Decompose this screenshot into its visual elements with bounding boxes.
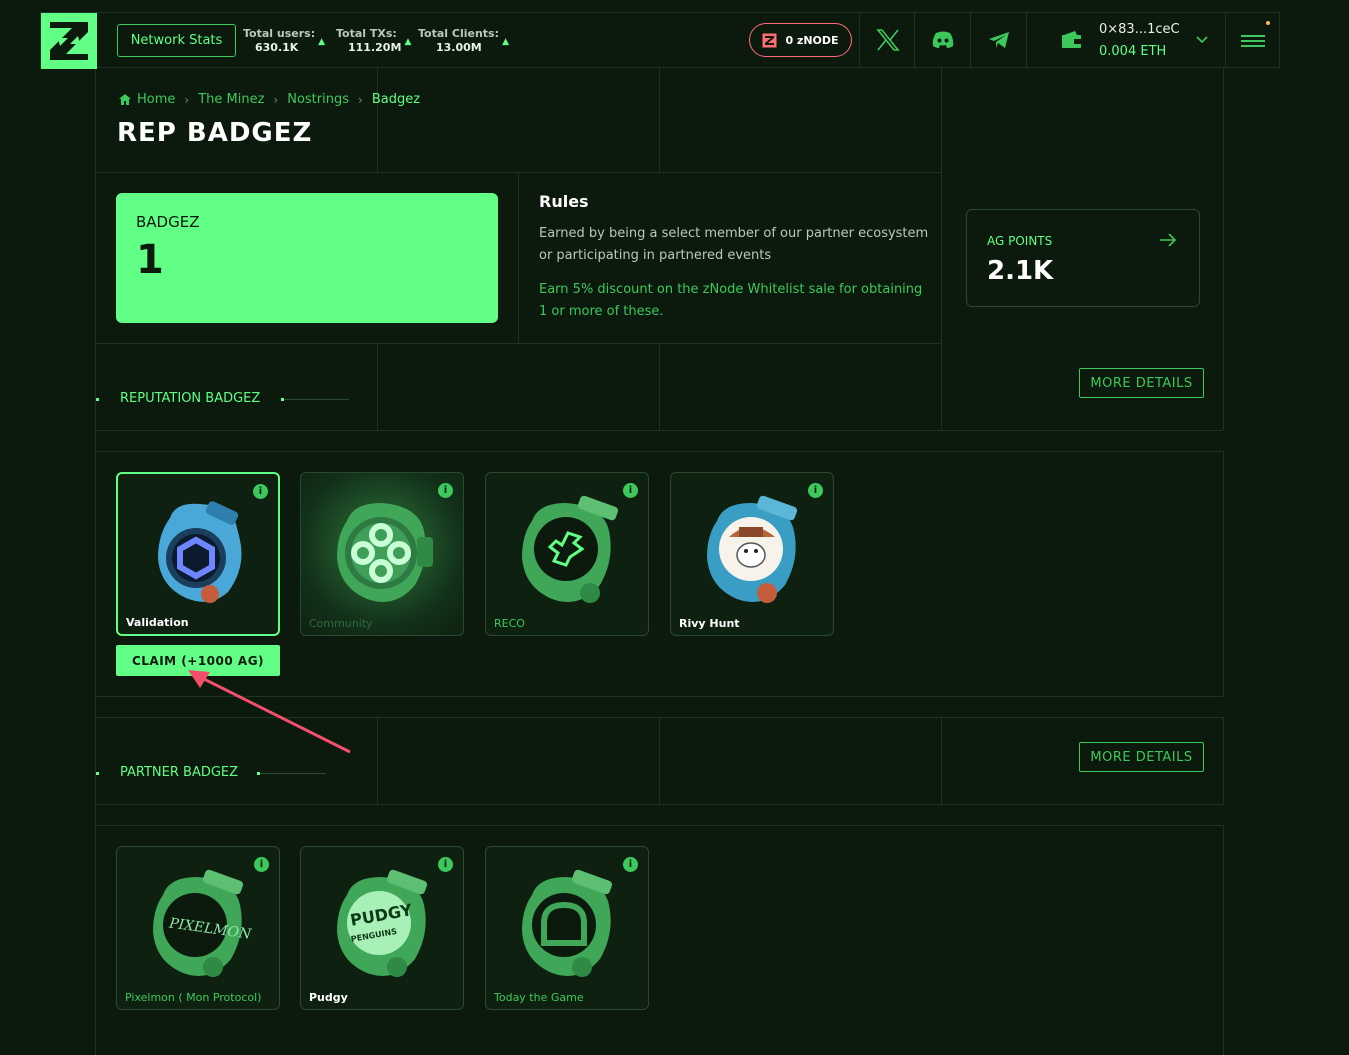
znode-button[interactable]: 0 zNODE <box>749 23 852 57</box>
validation-badge-icon <box>158 501 242 603</box>
info-icon[interactable]: i <box>623 857 638 872</box>
badge-name: Pudgy <box>309 991 348 1004</box>
badge-tile-validation[interactable]: i Validation <box>116 472 280 636</box>
badgez-label: BADGEZ <box>136 213 200 231</box>
x-icon <box>875 29 900 51</box>
reputation-more-details-button[interactable]: MORE DETAILS <box>1079 368 1204 398</box>
rules-discount-text: Earn 5% discount on the zNode Whitelist … <box>539 282 923 319</box>
znode-icon <box>762 33 777 47</box>
badgez-count: 1 <box>136 237 164 283</box>
chevron-right-icon: › <box>273 92 279 107</box>
breadcrumb-the-minez[interactable]: The Minez <box>198 92 264 107</box>
section-marker <box>96 772 99 775</box>
section-divider <box>281 398 349 401</box>
section-marker <box>96 398 99 401</box>
reco-badge-icon <box>522 495 619 603</box>
badge-name: Pixelmon ( Mon Protocol) <box>125 991 262 1004</box>
notification-dot <box>1266 21 1270 25</box>
badge-name: Community <box>309 617 373 630</box>
top-bar: Network Stats Total users: 630.1K ▲ Tota… <box>40 12 1280 69</box>
ag-points-label: AG POINTS <box>987 234 1053 248</box>
trend-up-icon: ▲ <box>318 37 326 47</box>
badge-tile-pudgy[interactable]: PUDGY PENGUINS i Pudgy <box>300 846 464 1010</box>
info-icon[interactable]: i <box>438 483 453 498</box>
telegram-link[interactable] <box>970 13 1026 67</box>
stat-total-users: Total users: 630.1K ▲ <box>243 27 326 54</box>
rules-text: Earned by being a select member of our p… <box>539 226 929 263</box>
ag-points-card[interactable]: AG POINTS 2.1K <box>966 209 1200 307</box>
pudgy-badge-icon: PUDGY PENGUINS <box>337 869 428 977</box>
wallet-icon <box>1062 31 1081 48</box>
annotation-arrow-icon <box>188 670 351 754</box>
wallet-address: 0×83...1ceC <box>1099 22 1180 37</box>
today-the-game-badge-icon <box>522 869 613 977</box>
pixelmon-badge-icon: PIXELMON <box>153 869 253 977</box>
info-icon[interactable]: i <box>438 857 453 872</box>
home-icon <box>119 94 131 105</box>
info-icon[interactable]: i <box>253 484 268 499</box>
arrow-right-icon <box>1160 233 1177 247</box>
badge-tile-today-the-game[interactable]: i Today the Game <box>485 846 649 1010</box>
breadcrumb-nostrings[interactable]: Nostrings <box>287 92 349 107</box>
badge-name: Rivy Hunt <box>679 617 740 630</box>
trend-up-icon: ▲ <box>404 37 412 47</box>
logo-icon <box>50 22 88 60</box>
stat-total-clients: Total Clients: 13.00M ▲ <box>418 27 509 54</box>
chevron-right-icon: › <box>358 92 363 107</box>
page-title: REP BADGEZ <box>117 118 313 148</box>
breadcrumb-home[interactable]: Home <box>137 92 175 107</box>
menu-icon <box>1240 35 1265 47</box>
info-icon[interactable]: i <box>623 483 638 498</box>
telegram-icon <box>988 32 1009 48</box>
network-stats-button[interactable]: Network Stats <box>117 24 236 57</box>
trend-up-icon: ▲ <box>502 37 509 47</box>
badge-name: RECO <box>494 617 525 630</box>
discord-icon <box>932 31 953 48</box>
logo[interactable] <box>41 13 97 69</box>
badge-tile-reco[interactable]: i RECO <box>485 472 649 636</box>
community-badge-icon <box>337 503 433 602</box>
discord-link[interactable] <box>914 13 970 67</box>
badge-name: Today the Game <box>494 991 584 1004</box>
reputation-section-title: REPUTATION BADGEZ <box>120 391 261 406</box>
wallet-balance: 0.004 ETH <box>1099 44 1167 59</box>
partner-more-details-button[interactable]: MORE DETAILS <box>1079 742 1204 772</box>
info-icon[interactable]: i <box>254 857 269 872</box>
info-icon[interactable]: i <box>808 483 823 498</box>
chevron-right-icon: › <box>184 92 190 107</box>
badge-tile-pixelmon[interactable]: PIXELMON i Pixelmon ( Mon Protocol) <box>116 846 280 1010</box>
section-divider <box>257 772 326 775</box>
ag-points-value: 2.1K <box>987 256 1054 286</box>
badge-tile-community[interactable]: i Community <box>300 472 464 636</box>
breadcrumb: Home › The Minez › Nostrings › Badgez <box>118 92 420 107</box>
rivy-hunt-badge-icon <box>707 495 798 603</box>
badge-name: Validation <box>126 616 189 629</box>
badge-tile-rivy-hunt[interactable]: i Rivy Hunt <box>670 472 834 636</box>
chevron-down-icon <box>1196 36 1208 44</box>
rules-title: Rules <box>539 192 589 211</box>
breadcrumb-badgez: Badgez <box>371 92 421 107</box>
badgez-count-card: BADGEZ 1 <box>116 193 498 323</box>
menu-button[interactable] <box>1225 13 1279 67</box>
partner-section-title: PARTNER BADGEZ <box>120 765 239 780</box>
x-link[interactable] <box>859 13 915 67</box>
stat-total-txs: Total TXs: 111.20M ▲ <box>336 27 412 54</box>
